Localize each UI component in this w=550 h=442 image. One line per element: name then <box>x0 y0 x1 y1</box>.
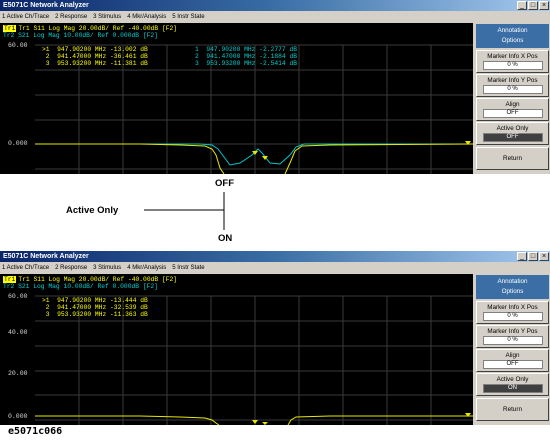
window-title: E5071C Network Analyzer <box>3 253 89 260</box>
title-bar: E5071C Network Analyzer _ □ × <box>0 251 550 262</box>
marker-info-y-pos-button[interactable]: Marker Info Y Pos 0 % <box>476 325 549 348</box>
bottom-analyzer-window: E5071C Network Analyzer _ □ × 1 Active C… <box>0 251 550 425</box>
channel-tag: Tr1 <box>3 276 17 283</box>
ytick-20: 20.00 <box>8 370 28 377</box>
marker-1 <box>252 420 258 424</box>
tr1-marker-1: >1 947.90200 MHz -13.444 dB <box>42 297 148 304</box>
measurement-screen[interactable]: Tr1 Tr1 S11 Log Mag 20.00dB/ Ref -40.00dB… <box>0 274 473 425</box>
trace-header: Tr1 Tr1 S11 Log Mag 20.00dB/ Ref -40.00dB… <box>3 276 177 290</box>
menu-mkr-analysis[interactable]: 4 Mkr/Analysis <box>124 262 169 274</box>
ytick-0: 0.000 <box>8 413 28 420</box>
trace1-header: Tr1 S11 Log Mag 20.00dB/ Ref -40.00dB [F… <box>18 276 178 283</box>
tr1-marker-list: >1 947.90200 MHz -13.444 dB 2 941.47000 … <box>42 297 148 318</box>
active-only-label: Active Only <box>496 376 529 383</box>
marker-info-y-pos-value: 0 % <box>482 336 543 345</box>
ytick-60: 60.00 <box>8 293 28 300</box>
figure-caption: e5071c066 <box>8 426 63 437</box>
return-button[interactable]: Return <box>476 398 549 421</box>
close-button[interactable]: × <box>539 252 549 261</box>
tr1-marker-2: 2 941.47000 MHz -32.539 dB <box>42 304 148 311</box>
softkey-panel: Annotation Options Marker Info X Pos 0 %… <box>475 274 550 425</box>
marker-info-y-pos-label: Marker Info Y Pos <box>487 328 538 335</box>
menu-bar: 1 Active Ch/Trace 2 Response 3 Stimulus … <box>0 262 550 274</box>
menu-active-ch-trace[interactable]: 1 Active Ch/Trace <box>0 262 52 274</box>
softkey-header-line2: Options <box>501 288 524 295</box>
align-value: OFF <box>482 360 543 369</box>
trace-markers <box>252 413 471 425</box>
marker-2 <box>262 422 268 425</box>
marker-info-x-pos-value: 0 % <box>482 312 543 321</box>
marker-info-x-pos-button[interactable]: Marker Info X Pos 0 % <box>476 301 549 324</box>
align-label: Align <box>505 352 520 359</box>
maximize-button[interactable]: □ <box>528 252 538 261</box>
marker-info-x-pos-label: Marker Info X Pos <box>487 304 538 311</box>
minimize-button[interactable]: _ <box>517 252 527 261</box>
trace2-header: Tr2 S21 Log Mag 10.00dB/ Ref 0.000dB [F2… <box>3 283 158 290</box>
menu-response[interactable]: 2 Response <box>52 262 90 274</box>
softkey-header: Annotation Options <box>476 275 549 299</box>
menu-stimulus[interactable]: 3 Stimulus <box>90 262 124 274</box>
active-only-button[interactable]: Active Only ON <box>476 373 549 396</box>
align-button[interactable]: Align OFF <box>476 349 549 372</box>
ytick-40: 40.00 <box>8 329 28 336</box>
softkey-header-line1: Annotation <box>497 278 528 285</box>
menu-instr-state[interactable]: 5 Instr State <box>169 262 207 274</box>
active-only-value: ON <box>482 384 543 393</box>
tr1-marker-3: 3 953.93200 MHz -11.363 dB <box>42 311 148 318</box>
